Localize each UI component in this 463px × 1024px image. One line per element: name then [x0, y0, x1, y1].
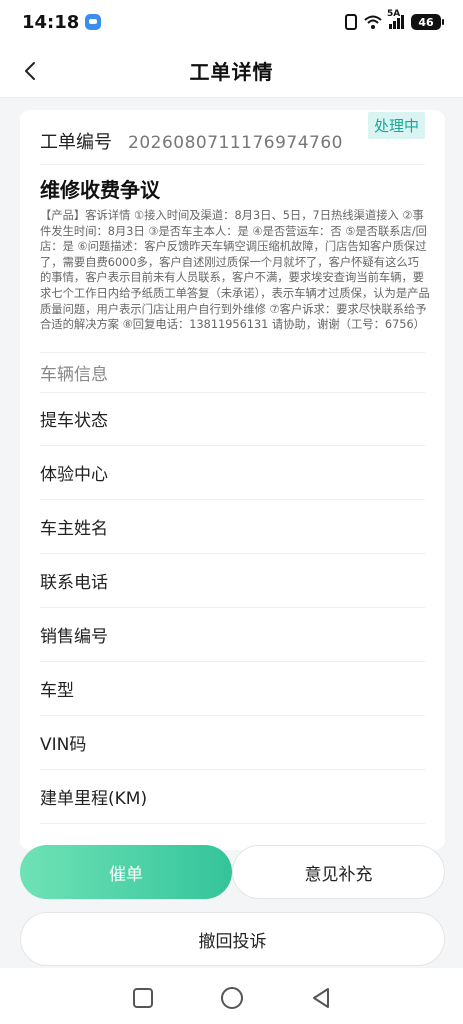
- vehicle-field-row: 车型: [40, 662, 425, 716]
- status-badge: 处理中: [367, 112, 425, 139]
- divider: [40, 164, 425, 165]
- vehicle-field-row: 体验中心: [40, 446, 425, 500]
- vehicle-field-row: VIN码: [40, 716, 425, 770]
- cellular-signal-icon: 5A: [387, 9, 404, 29]
- system-navigation-bar: [0, 972, 463, 1024]
- vehicle-field-row: 销售编号: [40, 608, 425, 662]
- circle-icon[interactable]: [220, 986, 244, 1010]
- triangle-back-icon[interactable]: [310, 987, 332, 1009]
- urge-button[interactable]: 催单: [20, 845, 232, 899]
- issue-title: 维修收费争议: [40, 178, 160, 202]
- divider: [40, 352, 425, 353]
- vehicle-info-section-title: 车辆信息: [40, 365, 108, 385]
- supplement-button[interactable]: 意见补充: [232, 845, 445, 899]
- chevron-left-icon[interactable]: [20, 60, 42, 82]
- issue-description: 【产品】客诉详情 ①接入时间及渠道：8月3日、5日，7日热线渠道接入 ②事件发生…: [40, 209, 430, 332]
- order-number-value: 2026080711176974760: [128, 133, 344, 153]
- order-number-label: 工单编号: [40, 132, 112, 153]
- battery-icon: 46: [411, 14, 444, 30]
- field-vin: VIN码: [40, 735, 87, 755]
- field-experience-center: 体验中心: [40, 465, 108, 485]
- withdraw-complaint-button[interactable]: 撤回投诉: [20, 912, 445, 966]
- field-owner-name: 车主姓名: [40, 519, 108, 539]
- order-number-row: 工单编号 2026080711176974760: [40, 128, 343, 154]
- wifi-icon: [364, 15, 382, 29]
- vehicle-field-row: 车主姓名: [40, 500, 425, 554]
- vehicle-field-row: 联系电话: [40, 554, 425, 608]
- field-sales-number: 销售编号: [40, 627, 108, 647]
- status-icons: 5A 46: [345, 9, 444, 30]
- status-time: 14:18: [22, 11, 80, 33]
- field-pickup-status: 提车状态: [40, 411, 108, 431]
- vibrate-icon: [345, 14, 357, 30]
- field-car-model: 车型: [40, 681, 74, 701]
- header: 工单详情: [0, 44, 463, 98]
- action-buttons: 催单 意见补充: [20, 845, 445, 899]
- field-contact-phone: 联系电话: [40, 573, 108, 593]
- vehicle-field-row: 建单里程(KM): [40, 770, 425, 824]
- status-bar: 14:18 5A 46: [0, 0, 463, 44]
- field-mileage: 建单里程(KM): [40, 789, 148, 809]
- square-icon[interactable]: [132, 987, 154, 1009]
- page-title: 工单详情: [189, 60, 274, 84]
- signal-label: 5A: [387, 9, 401, 19]
- order-detail-card: 处理中 工单编号 2026080711176974760 维修收费争议 【产品】…: [20, 110, 445, 850]
- message-notification-icon: [85, 14, 102, 30]
- vehicle-field-row: 提车状态: [40, 392, 425, 446]
